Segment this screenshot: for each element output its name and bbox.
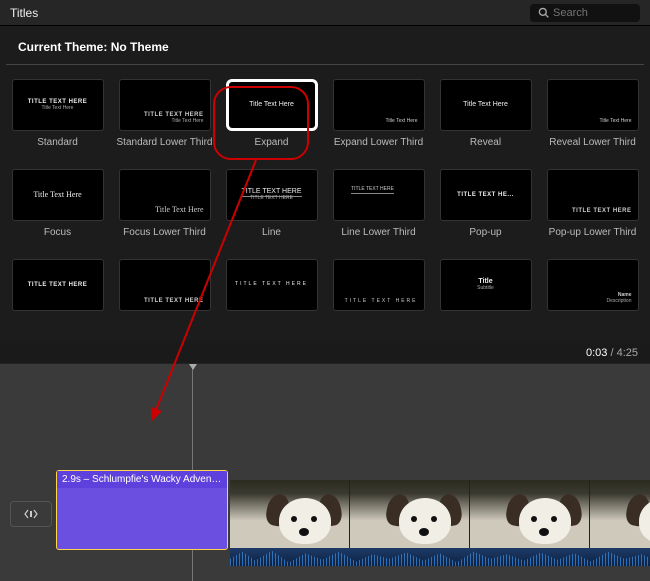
title-thumb[interactable]: TITLE TEXT HERETitle Text Here [12,79,104,131]
title-thumb[interactable]: Title Text Here [440,79,532,131]
timeline[interactable]: 2.9s – Schlumpfie's Wacky Advent... [0,363,650,581]
title-clip-label: 2.9s – Schlumpfie's Wacky Advent... [57,471,227,488]
panel-title: Titles [10,6,38,20]
title-tile[interactable]: TITLE TEXT HERE [8,259,107,341]
title-thumb[interactable]: TITLE TEXT HERETITLE TEXT HERE [226,169,318,221]
title-tile[interactable]: Title Text Here Focus [8,169,107,251]
video-track[interactable] [230,480,650,548]
title-tile[interactable]: NameDescription [543,259,642,341]
title-thumb[interactable]: TITLE TEXT HERE [12,259,104,311]
search-icon [538,7,549,18]
title-tile-label: Reveal [470,137,501,161]
title-tile[interactable]: Title Text Here Focus Lower Third [115,169,214,251]
video-frame[interactable] [590,480,650,548]
title-tile[interactable]: TITLE TEXT HERE [115,259,214,341]
title-tile[interactable]: TITLE TEXT HERETitle Text Here Standard … [115,79,214,161]
title-tile[interactable]: TitleSubtitle [436,259,535,341]
title-tile[interactable]: TITLE TEXT HERE Pop-up Lower Third [543,169,642,251]
title-tile-label: Expand Lower Third [334,137,423,161]
title-tile[interactable]: TITLE TEXT HERE [329,259,428,341]
title-thumb[interactable]: TITLE TEXT HERE [119,259,211,311]
title-tile[interactable]: Title Text Here Expand [222,79,321,161]
title-thumb[interactable]: Title Text Here [547,79,639,131]
theme-row: Current Theme: No Theme [6,26,644,65]
search-field[interactable] [530,4,640,22]
theme-label: Current Theme: [18,40,107,54]
title-thumb[interactable]: Title Text Here [333,79,425,131]
title-thumb[interactable]: TITLE TEXT HERE [333,169,425,221]
title-thumb[interactable]: Title Text Here [119,169,211,221]
title-thumb[interactable]: TitleSubtitle [440,259,532,311]
title-tile[interactable]: TITLE TEXT HERETitle Text Here Standard [8,79,107,161]
video-frame[interactable] [230,480,350,548]
title-thumb[interactable]: NameDescription [547,259,639,311]
titles-grid: TITLE TEXT HERETitle Text Here StandardT… [0,65,650,341]
theme-value: No Theme [111,40,169,54]
time-display: 0:03 / 4:25 [0,341,650,363]
title-thumb[interactable]: TITLE TEXT HERETitle Text Here [119,79,211,131]
title-tile[interactable]: TITLE TEXT HERE Line Lower Third [329,169,428,251]
title-thumb[interactable]: TITLE TEXT HE... [440,169,532,221]
time-current: 0:03 [586,347,607,359]
time-total: 4:25 [617,347,638,359]
title-tile-label: Pop-up Lower Third [549,227,637,251]
title-tile[interactable]: Title Text Here Reveal Lower Third [543,79,642,161]
title-tile-label: Focus [44,227,71,251]
title-thumb[interactable]: Title Text Here [12,169,104,221]
video-frame[interactable] [470,480,590,548]
title-thumb[interactable]: TITLE TEXT HERE [547,169,639,221]
title-thumb[interactable]: Title Text Here [226,79,318,131]
skimmer-icon [24,508,38,520]
title-tile[interactable]: Title Text Here Reveal [436,79,535,161]
audio-waveform[interactable] [230,548,650,566]
title-tile-label: Focus Lower Third [123,227,206,251]
title-tile-label: Line [262,227,281,251]
title-tile-label: Standard Lower Third [117,137,213,161]
search-input[interactable] [553,7,632,19]
title-tile-label: Standard [37,137,78,161]
title-tile-label: Pop-up [469,227,501,251]
title-thumb[interactable]: TITLE TEXT HERE [226,259,318,311]
title-tile[interactable]: Title Text Here Expand Lower Third [329,79,428,161]
video-frame[interactable] [350,480,470,548]
title-tile[interactable]: TITLE TEXT HE... Pop-up [436,169,535,251]
header-bar: Titles [0,0,650,26]
title-tile-label: Line Lower Third [341,227,415,251]
title-tile[interactable]: TITLE TEXT HERETITLE TEXT HERE Line [222,169,321,251]
track-skimmer-button[interactable] [10,501,52,527]
title-tile[interactable]: TITLE TEXT HERE [222,259,321,341]
title-tile-label: Reveal Lower Third [549,137,636,161]
title-thumb[interactable]: TITLE TEXT HERE [333,259,425,311]
title-tile-label: Expand [255,137,289,161]
title-clip[interactable]: 2.9s – Schlumpfie's Wacky Advent... [56,470,228,550]
